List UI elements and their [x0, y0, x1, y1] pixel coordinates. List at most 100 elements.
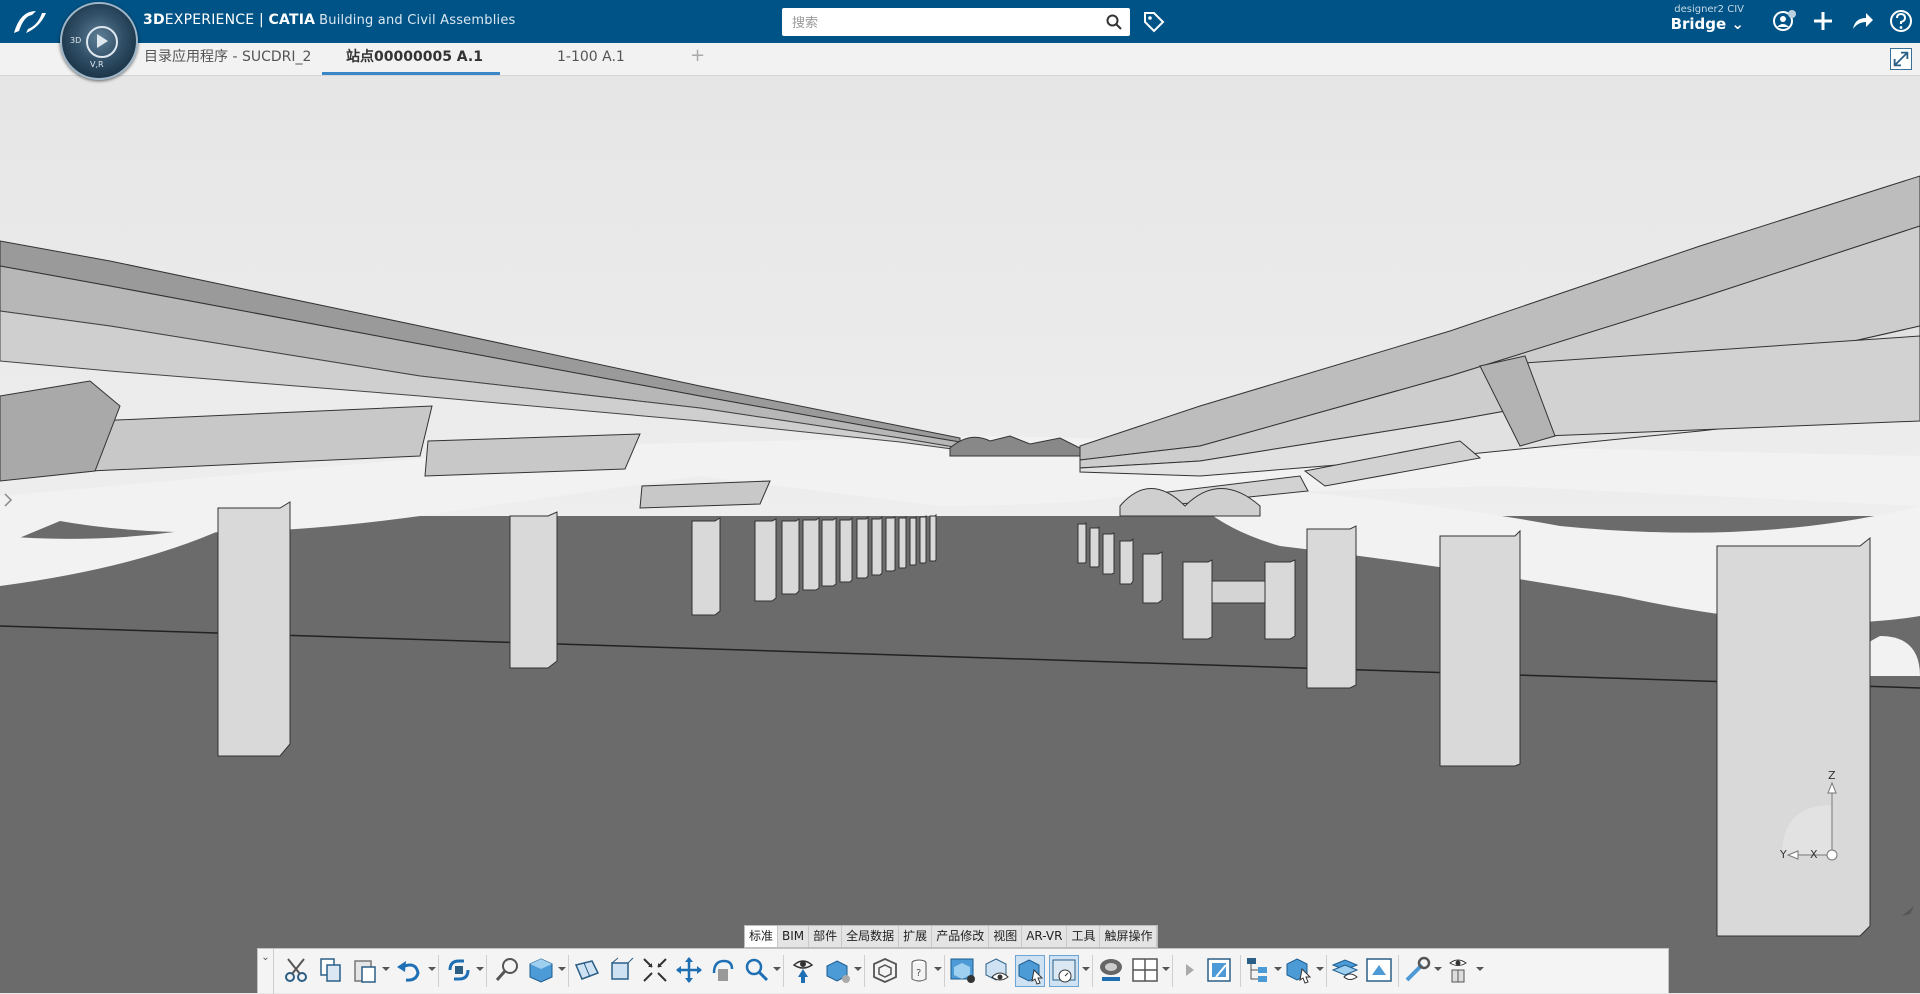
tools-dropdown-icon[interactable] [1434, 967, 1442, 971]
pier-crossbeam [1211, 580, 1266, 604]
distant-structure [949, 435, 1081, 457]
settings-dropdown-icon[interactable] [1476, 967, 1484, 971]
section-box-icon[interactable] [606, 955, 636, 987]
search-input[interactable] [790, 12, 1094, 34]
layers-icon[interactable] [1330, 955, 1360, 987]
select-mode-icon[interactable] [1015, 955, 1045, 987]
brand-experience: EXPERIENCE [164, 12, 255, 28]
tab-parts[interactable]: 部件 [809, 926, 843, 947]
update-icon[interactable] [444, 955, 474, 987]
svg-text:?: ? [916, 968, 921, 979]
tab-ar-vr[interactable]: AR-VR [1022, 926, 1068, 947]
search-icon[interactable] [1106, 14, 1122, 30]
undo-icon[interactable] [394, 955, 424, 987]
left-pier [217, 501, 291, 757]
collapse-toolbar-icon[interactable]: ⌄ [258, 949, 274, 994]
cut-icon[interactable] [282, 955, 312, 987]
layout-icon[interactable] [1130, 955, 1160, 987]
toolbar-separator [1172, 955, 1173, 987]
fit-all-icon[interactable] [640, 955, 670, 987]
left-pier [929, 513, 937, 562]
view-mode-icon[interactable] [822, 955, 852, 987]
tab-extension[interactable]: 扩展 [899, 926, 933, 947]
right-pier [1716, 536, 1871, 937]
explode-icon[interactable] [1284, 955, 1314, 987]
axis-y-label: Y [1780, 848, 1787, 861]
brand-app: CATIA [268, 12, 316, 28]
look-at-icon[interactable] [788, 955, 818, 987]
tab-1-100[interactable]: 1-100 A.1 [557, 43, 677, 75]
left-pier [856, 515, 869, 579]
compass-widget[interactable]: 3D V,R [60, 2, 138, 80]
paste-dropdown-icon[interactable] [382, 967, 390, 971]
axis-triad[interactable]: Z Y X [1772, 769, 1852, 865]
resize-corner-icon[interactable] [1900, 902, 1916, 918]
toolbar-separator [438, 955, 439, 987]
visibility-icon[interactable] [982, 955, 1012, 987]
snapshot-dropdown-icon[interactable] [1082, 967, 1090, 971]
fly-icon[interactable] [492, 955, 522, 987]
settings-icon[interactable] [1444, 955, 1474, 987]
layout-dropdown-icon[interactable] [1162, 967, 1170, 971]
ds-logo-icon[interactable] [10, 7, 50, 37]
section-icon[interactable] [572, 955, 602, 987]
view-cube-icon[interactable] [526, 955, 556, 987]
filter-icon[interactable] [1204, 955, 1234, 987]
hide-icon[interactable] [870, 955, 900, 987]
more-tools-arrow-icon[interactable] [1176, 955, 1206, 987]
collaborative-space[interactable]: Bridge ⌄ [1671, 15, 1744, 33]
measure-icon[interactable]: ? [904, 955, 934, 987]
help-icon[interactable] [1888, 8, 1914, 34]
paste-icon[interactable] [350, 955, 380, 987]
tag-icon[interactable] [1142, 10, 1166, 34]
brand-title: 3DEXPERIENCE | CATIA Building and Civil A… [143, 12, 516, 28]
minimize-icon[interactable] [1890, 48, 1912, 70]
left-pier [802, 517, 820, 591]
rotate-icon[interactable] [708, 955, 738, 987]
toolbar-separator [944, 955, 945, 987]
left-pier-cap [639, 480, 771, 509]
brand-separator: | [254, 12, 269, 28]
right-pier [1077, 521, 1087, 564]
user-menu[interactable]: designer2 CIV Bridge ⌄ [1671, 4, 1744, 33]
3d-viewport[interactable] [0, 76, 1920, 993]
tree-icon[interactable] [1244, 955, 1274, 987]
tab-product-modify[interactable]: 产品修改 [932, 926, 990, 947]
tab-standard[interactable]: 标准 [745, 926, 779, 947]
render-icon[interactable] [948, 955, 978, 987]
measure-dropdown-icon[interactable] [934, 967, 942, 971]
tab-global-data[interactable]: 全局数据 [842, 926, 900, 947]
brand-3d: 3D [143, 12, 165, 28]
snapshot-icon[interactable] [1049, 955, 1079, 987]
undo-dropdown-icon[interactable] [428, 967, 436, 971]
right-pier [1306, 525, 1357, 689]
brand-role[interactable]: Building and Civil Assemblies [319, 13, 515, 28]
copy-icon[interactable] [316, 955, 346, 987]
share-icon[interactable] [1849, 8, 1875, 34]
add-tab-button[interactable]: + [690, 45, 705, 66]
explode-dropdown-icon[interactable] [1316, 967, 1324, 971]
zoom-icon[interactable] [742, 955, 772, 987]
left-pier [885, 516, 896, 572]
view-mode-dropdown-icon[interactable] [854, 967, 862, 971]
tree-dropdown-icon[interactable] [1274, 967, 1282, 971]
tab-view[interactable]: 视图 [989, 926, 1023, 947]
lighting-icon[interactable] [1096, 955, 1126, 987]
image-icon[interactable] [1364, 955, 1394, 987]
tab-site[interactable]: 站点00000005 A.1 [322, 43, 500, 75]
zoom-dropdown-icon[interactable] [773, 967, 781, 971]
add-icon[interactable] [1810, 8, 1836, 34]
tab-bim[interactable]: BIM [778, 926, 810, 947]
pan-icon[interactable] [674, 955, 704, 987]
side-panel-toggle-icon[interactable] [2, 492, 14, 508]
tools-icon[interactable] [1402, 955, 1432, 987]
right-pier [1182, 559, 1213, 640]
tab-catalog[interactable]: 目录应用程序 - SUCDRI_2 [144, 43, 318, 75]
tab-touch[interactable]: 触屏操作 [1100, 926, 1158, 947]
tab-tools[interactable]: 工具 [1067, 926, 1101, 947]
left-pier [781, 518, 800, 595]
section-tabs: 标准 BIM 部件 全局数据 扩展 产品修改 视图 AR-VR 工具 触屏操作 [744, 925, 1159, 948]
user-icon[interactable] [1771, 8, 1797, 34]
view-dropdown-icon[interactable] [558, 967, 566, 971]
update-dropdown-icon[interactable] [476, 967, 484, 971]
